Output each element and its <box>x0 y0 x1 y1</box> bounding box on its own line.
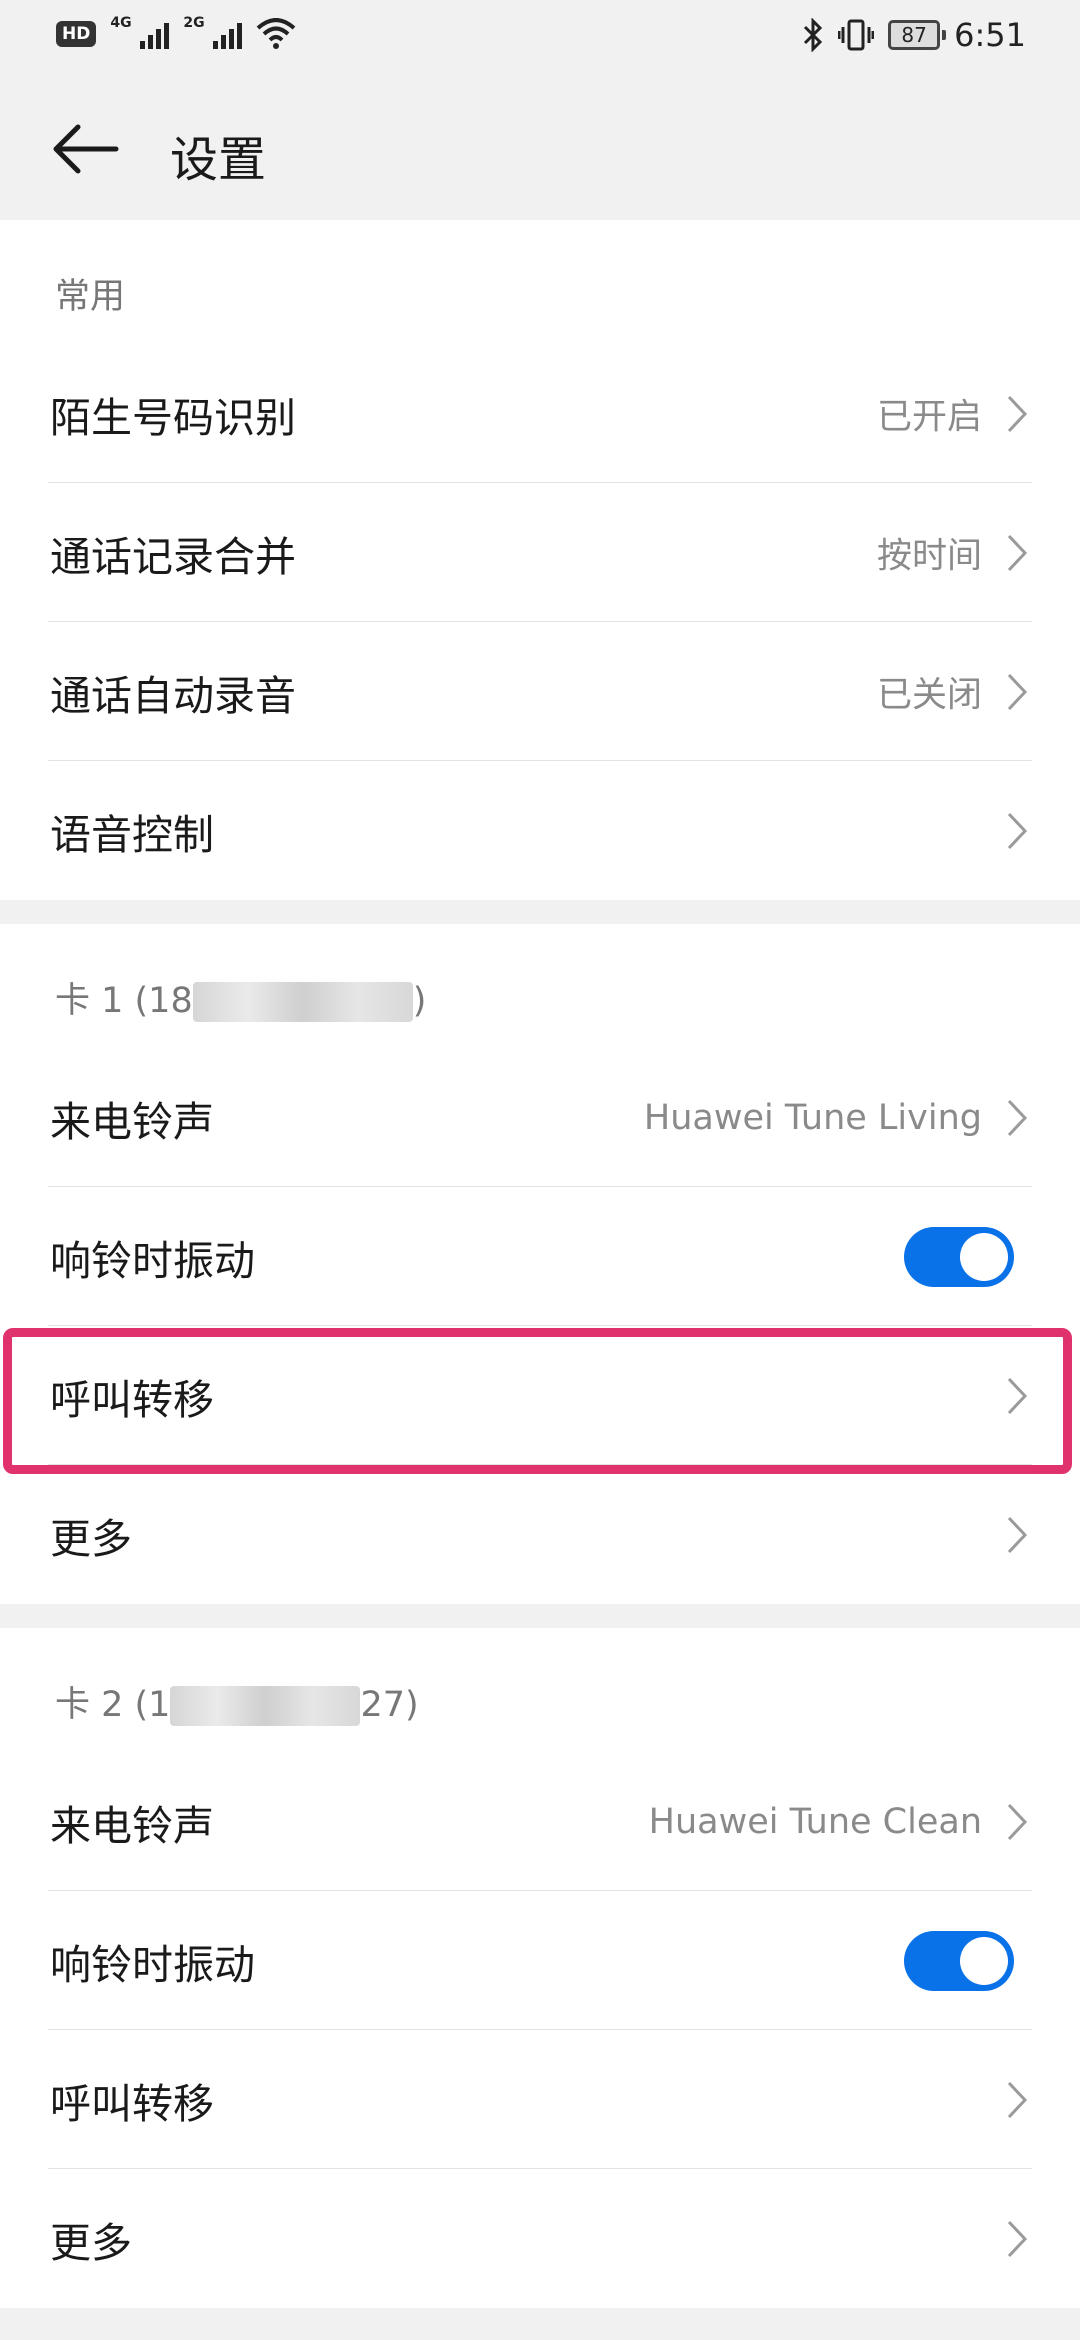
vibrate-toggle-sim2[interactable] <box>904 1930 1014 1991</box>
setting-voice-control[interactable]: 语音控制 <box>0 761 1080 900</box>
app-bar: 设置 <box>0 74 1080 220</box>
signal-icon-sim1: 4G <box>110 15 170 49</box>
redacted-number <box>170 1686 361 1726</box>
setting-unknown-number-id[interactable]: 陌生号码识别 已开启 <box>0 344 1080 483</box>
setting-value: 按时间 <box>876 536 982 576</box>
page-title: 设置 <box>170 132 267 188</box>
section-title-common: 常用 <box>55 277 126 317</box>
section-header-common: 常用 <box>0 220 1080 344</box>
setting-more-sim2[interactable]: 更多 <box>0 2169 1080 2308</box>
section-title-sim1: 卡 1 (18) <box>55 981 427 1022</box>
setting-label: 呼叫转移 <box>50 2079 214 2128</box>
setting-label: 通话记录合并 <box>50 532 296 581</box>
setting-value: 已关闭 <box>876 675 982 715</box>
setting-vibrate-sim1: 响铃时振动 <box>0 1187 1080 1326</box>
section-gap <box>0 1604 1080 1628</box>
section-header-sim1: 卡 1 (18) <box>0 924 1080 1048</box>
network-type-sim1: 4G <box>110 15 132 31</box>
setting-vibrate-sim2: 响铃时振动 <box>0 1891 1080 2030</box>
setting-label: 响铃时振动 <box>50 1940 255 1989</box>
setting-auto-record[interactable]: 通话自动录音 已关闭 <box>0 622 1080 761</box>
chevron-right-icon <box>1007 1377 1028 1414</box>
back-arrow-icon[interactable] <box>50 122 120 176</box>
setting-label: 响铃时振动 <box>50 1236 255 1285</box>
chevron-right-icon <box>1007 1516 1028 1553</box>
chevron-right-icon <box>1007 1803 1028 1840</box>
section-common: 常用 陌生号码识别 已开启 通话记录合并 按时间 通话自动录音 已关闭 语音控制 <box>0 220 1080 900</box>
setting-value: Huawei Tune Clean <box>648 1801 982 1842</box>
setting-label: 来电铃声 <box>50 1097 214 1146</box>
setting-label: 更多 <box>50 2218 132 2267</box>
setting-label: 通话自动录音 <box>50 671 296 720</box>
vibrate-mode-icon <box>838 19 875 51</box>
status-bar: HD 4G 2G 87 6:51 <box>0 0 1080 74</box>
bluetooth-icon <box>804 18 823 52</box>
section-header-sim2: 卡 2 (1 27) <box>0 1628 1080 1752</box>
status-right: 87 6:51 <box>802 16 1026 54</box>
chevron-right-icon <box>1007 1099 1028 1136</box>
vibrate-toggle-sim1[interactable] <box>904 1226 1014 1287</box>
section-sim1: 卡 1 (18) 来电铃声 Huawei Tune Living 响铃时振动 呼… <box>0 924 1080 1604</box>
wifi-icon <box>257 18 296 49</box>
network-type-sim2: 2G <box>183 15 205 31</box>
section-gap <box>0 900 1080 924</box>
setting-more-sim1[interactable]: 更多 <box>0 1465 1080 1604</box>
chevron-right-icon <box>1007 395 1028 432</box>
chevron-right-icon <box>1007 534 1028 571</box>
section-title-sim2: 卡 2 (1 27) <box>55 1685 419 1726</box>
setting-label: 陌生号码识别 <box>50 393 296 442</box>
battery-level: 87 <box>901 23 927 47</box>
chevron-right-icon <box>1007 673 1028 710</box>
setting-call-forwarding-sim1[interactable]: 呼叫转移 <box>0 1326 1080 1465</box>
chevron-right-icon <box>1007 812 1028 849</box>
setting-ringtone-sim1[interactable]: 来电铃声 Huawei Tune Living <box>0 1048 1080 1187</box>
setting-ringtone-sim2[interactable]: 来电铃声 Huawei Tune Clean <box>0 1752 1080 1891</box>
redacted-number <box>192 982 413 1022</box>
setting-label: 呼叫转移 <box>50 1375 214 1424</box>
hd-badge: HD <box>56 21 97 47</box>
setting-value: 已开启 <box>876 397 982 437</box>
setting-label: 更多 <box>50 1514 132 1563</box>
signal-icon-sim2: 2G <box>183 15 243 49</box>
setting-call-log-merge[interactable]: 通话记录合并 按时间 <box>0 483 1080 622</box>
setting-call-forwarding-sim2[interactable]: 呼叫转移 <box>0 2030 1080 2169</box>
chevron-right-icon <box>1007 2081 1028 2118</box>
chevron-right-icon <box>1007 2220 1028 2257</box>
status-left: HD 4G 2G <box>56 15 296 50</box>
battery-icon: 87 <box>888 20 947 50</box>
setting-label: 语音控制 <box>50 810 214 859</box>
setting-label: 来电铃声 <box>50 1801 214 1850</box>
section-sim2: 卡 2 (1 27) 来电铃声 Huawei Tune Clean 响铃时振动 呼… <box>0 1628 1080 2308</box>
setting-value: Huawei Tune Living <box>643 1097 982 1138</box>
clock: 6:51 <box>954 16 1026 54</box>
